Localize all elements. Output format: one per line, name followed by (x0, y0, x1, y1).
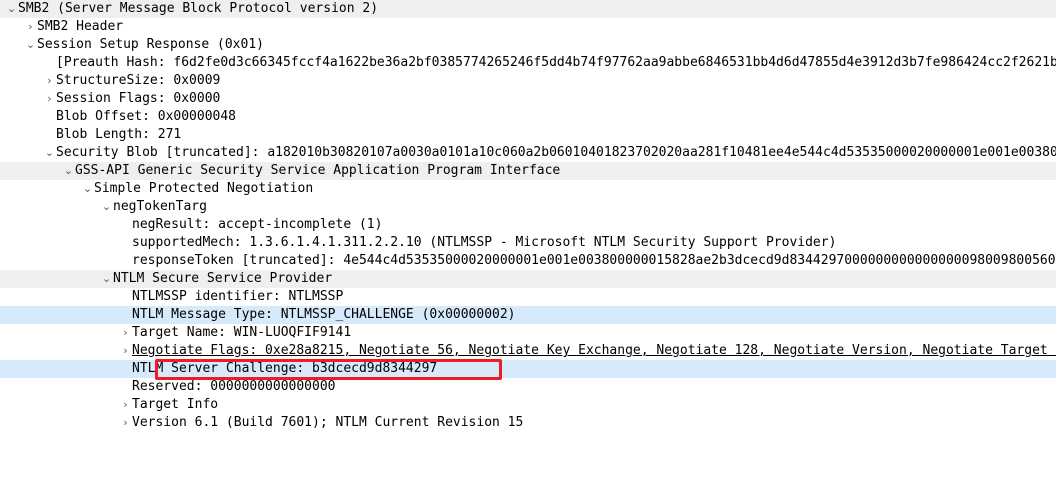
tree-row-label: negResult: accept-incomplete (1) (132, 217, 383, 232)
tree-row-label: Version 6.1 (Build 7601); NTLM Current R… (132, 415, 524, 430)
tree-row-label: Security Blob [truncated]: a182010b30820… (56, 145, 1056, 160)
tree-row-label: Negotiate Flags: 0xe28a8215, Negotiate 5… (132, 343, 1056, 358)
tree-row-security-blob[interactable]: ⌄ Security Blob [truncated]: a182010b3082… (0, 144, 1056, 162)
tree-row-neg-token-targ[interactable]: ⌄ negTokenTarg (0, 198, 1056, 216)
tree-row-label: Blob Offset: 0x00000048 (56, 109, 237, 124)
tree-row-reserved[interactable]: Reserved: 0000000000000000 (0, 378, 1056, 396)
tree-row-version[interactable]: › Version 6.1 (Build 7601); NTLM Current … (0, 414, 1056, 432)
tree-row-blob-offset[interactable]: Blob Offset: 0x00000048 (0, 108, 1056, 126)
tree-row-gss-api[interactable]: ⌄ GSS-API Generic Security Service Applic… (0, 162, 1056, 180)
tree-row-supported-mech[interactable]: supportedMech: 1.3.6.1.4.1.311.2.2.10 (N… (0, 234, 1056, 252)
tree-row-spnego[interactable]: ⌄ Simple Protected Negotiation (0, 180, 1056, 198)
tree-row-response-token[interactable]: responseToken [truncated]: 4e544c4d53535… (0, 252, 1056, 270)
tree-row-structure-size[interactable]: › StructureSize: 0x0009 (0, 72, 1056, 90)
chevron-right-icon[interactable]: › (119, 324, 132, 342)
tree-row-session-flags[interactable]: › Session Flags: 0x0000 (0, 90, 1056, 108)
tree-row-label: GSS-API Generic Security Service Applica… (75, 163, 561, 178)
tree-row-smb2-header[interactable]: › SMB2 Header (0, 18, 1056, 36)
chevron-down-icon[interactable]: ⌄ (81, 180, 94, 198)
tree-row-label: SMB2 (Server Message Block Protocol vers… (18, 1, 379, 16)
tree-row-smb2-root[interactable]: ⌄ SMB2 (Server Message Block Protocol ver… (0, 0, 1056, 18)
tree-row-label: Target Name: WIN-LUOQFIF9141 (132, 325, 352, 340)
chevron-down-icon[interactable]: ⌄ (43, 144, 56, 162)
chevron-down-icon[interactable]: ⌄ (100, 270, 113, 288)
tree-row-label: NTLMSSP identifier: NTLMSSP (132, 289, 344, 304)
tree-row-label: Blob Length: 271 (56, 127, 182, 142)
tree-row-label: Session Setup Response (0x01) (37, 37, 264, 52)
tree-row-label: negTokenTarg (113, 199, 207, 214)
chevron-down-icon[interactable]: ⌄ (24, 36, 37, 54)
tree-row-label: responseToken [truncated]: 4e544c4d53535… (132, 253, 1056, 268)
chevron-right-icon[interactable]: › (43, 90, 56, 108)
tree-row-label: NTLM Server Challenge: b3dcecd9d8344297 (132, 361, 438, 376)
tree-row-target-info[interactable]: › Target Info (0, 396, 1056, 414)
chevron-right-icon[interactable]: › (43, 72, 56, 90)
packet-details-tree[interactable]: ⌄ SMB2 (Server Message Block Protocol ver… (0, 0, 1056, 503)
tree-row-label: NTLM Message Type: NTLMSSP_CHALLENGE (0x… (132, 307, 516, 322)
tree-row-label: Target Info (132, 397, 219, 412)
tree-row-ntlm-ssp[interactable]: ⌄ NTLM Secure Service Provider (0, 270, 1056, 288)
tree-row-session-setup-response[interactable]: ⌄ Session Setup Response (0x01) (0, 36, 1056, 54)
tree-row-neg-result[interactable]: negResult: accept-incomplete (1) (0, 216, 1056, 234)
tree-row-label: Session Flags: 0x0000 (56, 91, 221, 106)
tree-row-label: NTLM Secure Service Provider (113, 271, 333, 286)
tree-row-blob-length[interactable]: Blob Length: 271 (0, 126, 1056, 144)
tree-row-label: supportedMech: 1.3.6.1.4.1.311.2.2.10 (N… (132, 235, 837, 250)
tree-row-negotiate-flags[interactable]: › Negotiate Flags: 0xe28a8215, Negotiate … (0, 342, 1056, 360)
chevron-right-icon[interactable]: › (24, 18, 37, 36)
tree-row-label: StructureSize: 0x0009 (56, 73, 221, 88)
chevron-down-icon[interactable]: ⌄ (100, 198, 113, 216)
chevron-down-icon[interactable]: ⌄ (62, 162, 75, 180)
tree-row-ntlmssp-identifier[interactable]: NTLMSSP identifier: NTLMSSP (0, 288, 1056, 306)
tree-row-label: SMB2 Header (37, 19, 124, 34)
tree-row-target-name[interactable]: › Target Name: WIN-LUOQFIF9141 (0, 324, 1056, 342)
chevron-down-icon[interactable]: ⌄ (5, 0, 18, 18)
tree-row-label: [Preauth Hash: f6d2fe0d3c66345fccf4a1622… (56, 55, 1056, 70)
tree-row-ntlm-message-type[interactable]: NTLM Message Type: NTLMSSP_CHALLENGE (0x… (0, 306, 1056, 324)
chevron-right-icon[interactable]: › (119, 396, 132, 414)
tree-row-preauth-hash[interactable]: [Preauth Hash: f6d2fe0d3c66345fccf4a1622… (0, 54, 1056, 72)
chevron-right-icon[interactable]: › (119, 342, 132, 360)
tree-row-ntlm-server-challenge[interactable]: NTLM Server Challenge: b3dcecd9d8344297 (0, 360, 1056, 378)
tree-row-label: Simple Protected Negotiation (94, 181, 314, 196)
tree-row-label: Reserved: 0000000000000000 (132, 379, 336, 394)
chevron-right-icon[interactable]: › (119, 414, 132, 432)
